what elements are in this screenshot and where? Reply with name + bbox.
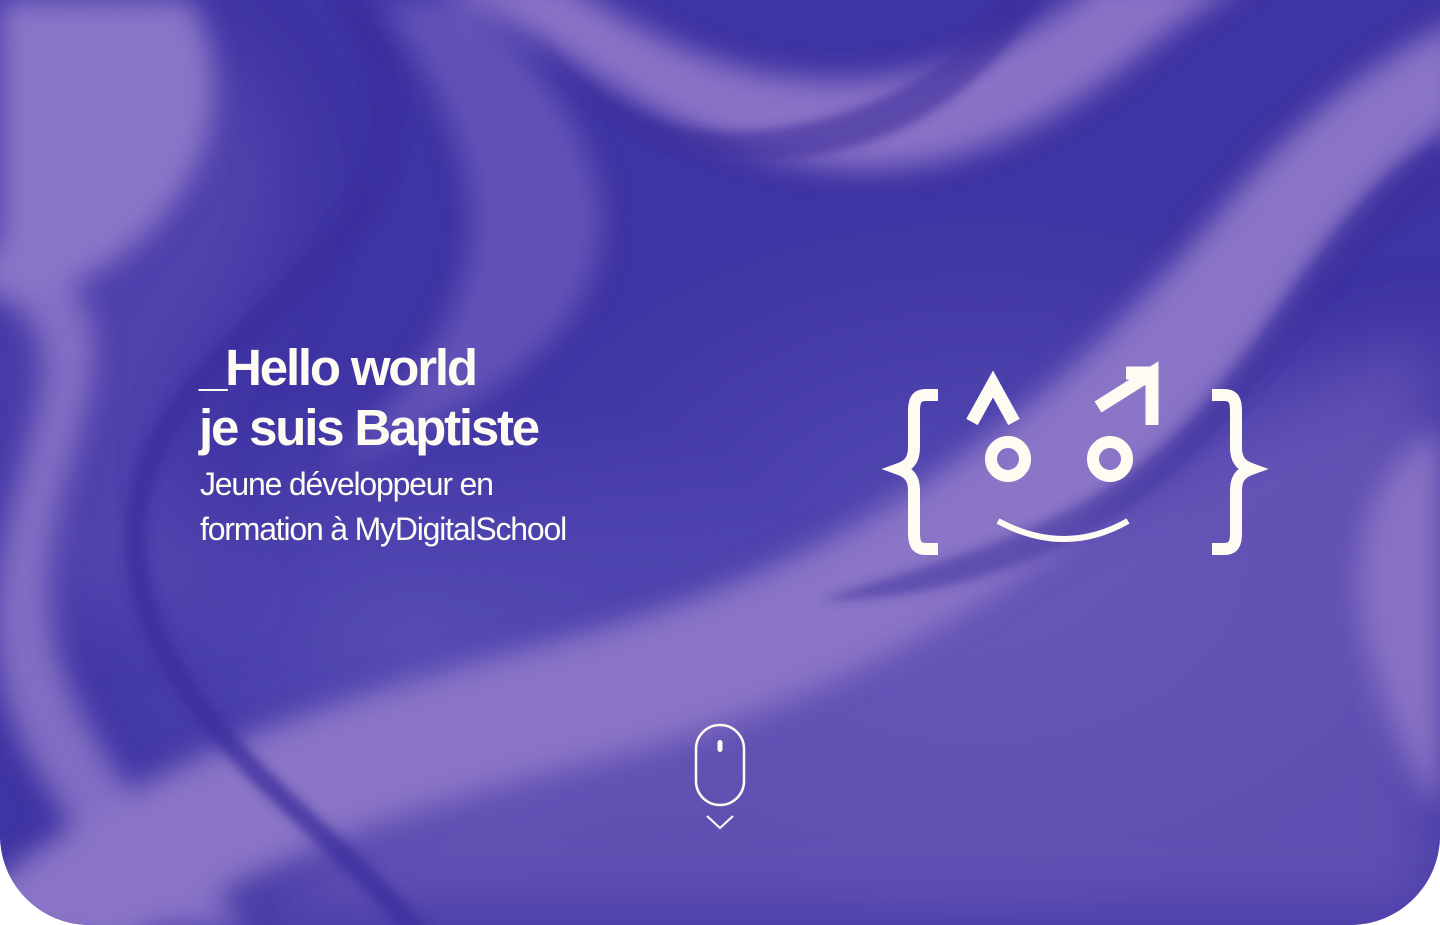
- headline-name: je suis Baptiste: [199, 399, 540, 456]
- headline-greeting: _Hello world: [199, 339, 478, 396]
- hero-section: _Hello world je suis Baptiste Jeune déve…: [0, 0, 1440, 925]
- page-subtitle: Jeune développeur en formation à MyDigit…: [200, 462, 759, 552]
- smiling-face-in-curly-braces-icon: [881, 361, 1269, 555]
- page-title: _Hello world je suis Baptiste: [199, 338, 759, 458]
- subtitle-role: Jeune développeur en: [200, 466, 494, 502]
- mouse-scroll-down-icon[interactable]: [690, 720, 750, 835]
- intro-text: _Hello world je suis Baptiste Jeune déve…: [199, 338, 759, 552]
- subtitle-school: formation à MyDigitalSchool: [200, 511, 567, 547]
